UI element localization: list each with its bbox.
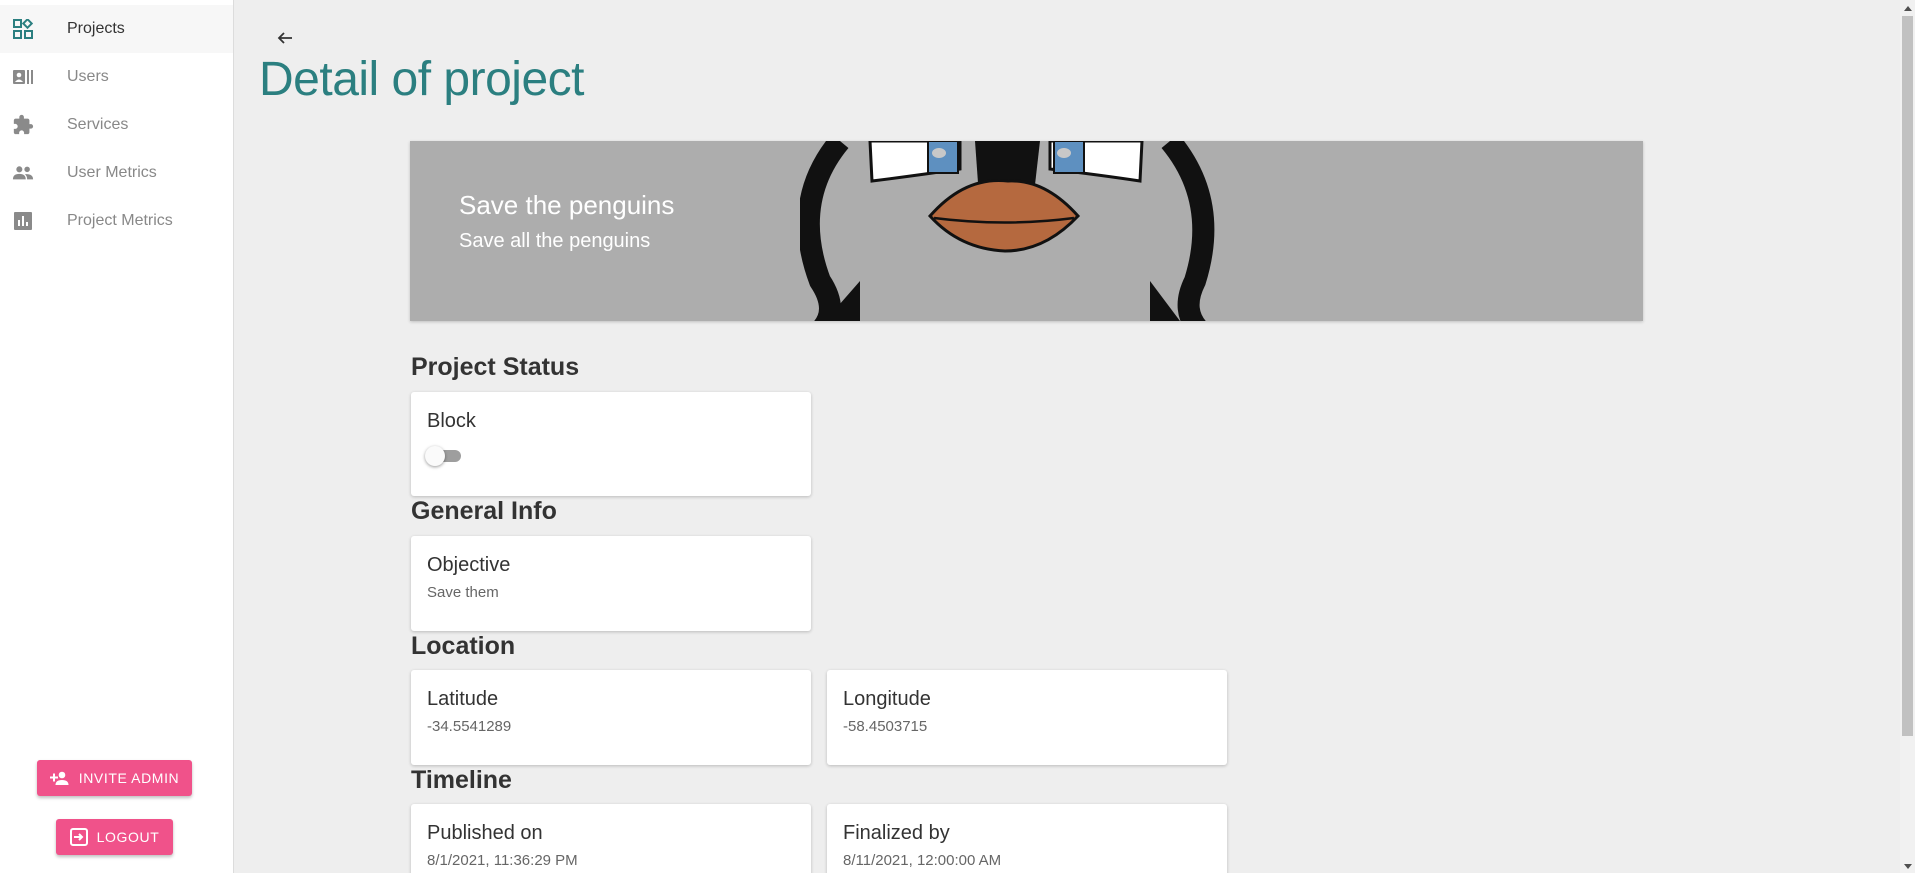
- finalized-card: Finalized by 8/11/2021, 12:00:00 AM: [827, 804, 1227, 873]
- people-icon: [12, 163, 34, 183]
- project-banner: Save the penguins Save all the penguins: [410, 141, 1643, 321]
- objective-label: Objective: [427, 554, 511, 576]
- longitude-value: -58.4503715: [843, 718, 928, 735]
- page-scrollbar[interactable]: [1900, 0, 1915, 873]
- sidebar: Projects Users Services User Metrics Pro…: [0, 0, 234, 873]
- sidebar-item-users[interactable]: Users: [0, 53, 233, 101]
- section-title-location: Location: [411, 632, 516, 660]
- published-card: Published on 8/1/2021, 11:36:29 PM: [411, 804, 811, 873]
- latitude-card: Latitude -34.5541289: [411, 670, 811, 765]
- objective-card: Objective Save them: [411, 536, 811, 631]
- penguin-image: [800, 141, 1215, 321]
- section-title-general: General Info: [411, 497, 557, 525]
- person-add-icon: [49, 771, 69, 785]
- finalized-label: Finalized by: [843, 822, 950, 844]
- latitude-label: Latitude: [427, 688, 499, 710]
- sidebar-item-projects[interactable]: Projects: [0, 5, 233, 53]
- scrollbar-thumb[interactable]: [1902, 16, 1913, 736]
- sidebar-item-services[interactable]: Services: [0, 101, 233, 149]
- published-label: Published on: [427, 822, 543, 844]
- sidebar-item-user-metrics[interactable]: User Metrics: [0, 149, 233, 197]
- finalized-value: 8/11/2021, 12:00:00 AM: [843, 852, 1002, 869]
- invite-admin-button[interactable]: INVITE ADMIN: [37, 760, 192, 796]
- sidebar-item-label: User Metrics: [67, 164, 157, 181]
- logout-button[interactable]: LOGOUT: [56, 819, 173, 855]
- banner-title: Save the penguins: [459, 190, 675, 220]
- longitude-label: Longitude: [843, 688, 931, 710]
- arrow-back-icon: [277, 32, 292, 44]
- page-title: Detail of project: [259, 53, 585, 106]
- latitude-value: -34.5541289: [427, 718, 512, 735]
- status-card: Block: [411, 392, 811, 496]
- invite-admin-label: INVITE ADMIN: [78, 770, 180, 786]
- block-toggle[interactable]: [425, 444, 461, 466]
- section-title-status: Project Status: [411, 353, 580, 381]
- section-title-timeline: Timeline: [411, 766, 512, 794]
- exit-icon: [69, 828, 88, 846]
- sidebar-item-label: Projects: [67, 20, 125, 37]
- logout-label: LOGOUT: [96, 829, 160, 845]
- toggle-thumb: [425, 446, 445, 466]
- dashboard-icon: [12, 19, 34, 39]
- sidebar-item-label: Services: [67, 116, 129, 133]
- block-label: Block: [427, 410, 476, 432]
- longitude-card: Longitude -58.4503715: [827, 670, 1227, 765]
- scroll-up-icon[interactable]: [1900, 1, 1915, 15]
- published-value: 8/1/2021, 11:36:29 PM: [427, 852, 578, 869]
- objective-value: Save them: [427, 584, 499, 601]
- back-button[interactable]: [273, 26, 297, 50]
- banner-subtitle: Save all the penguins: [459, 230, 651, 252]
- sidebar-item-label: Users: [67, 68, 109, 85]
- puzzle-icon: [12, 114, 34, 135]
- scroll-down-icon[interactable]: [1900, 859, 1915, 873]
- sidebar-item-label: Project Metrics: [67, 212, 173, 229]
- contacts-icon: [12, 67, 34, 87]
- sidebar-item-project-metrics[interactable]: Project Metrics: [0, 197, 233, 245]
- bar-chart-icon: [12, 211, 34, 231]
